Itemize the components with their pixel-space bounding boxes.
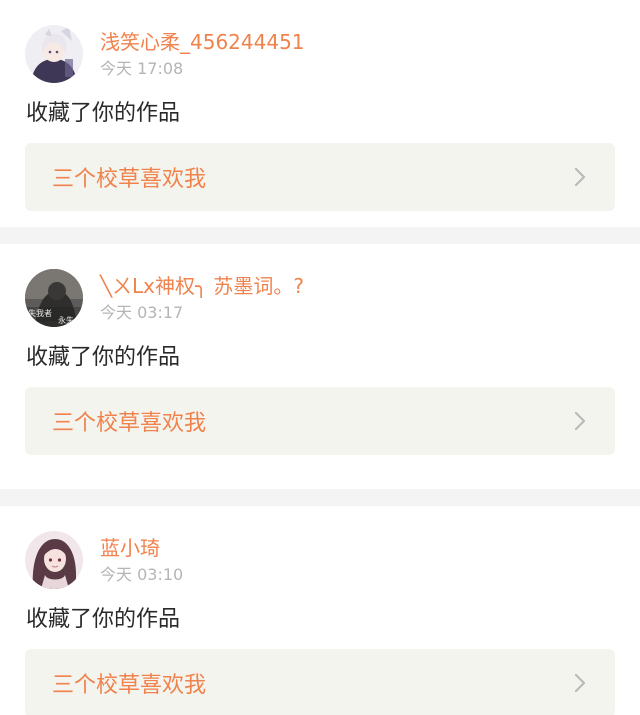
anime-girl-long-hair-avatar-icon xyxy=(25,531,83,589)
action-text: 收藏了你的作品 xyxy=(26,345,181,370)
separator xyxy=(0,227,640,244)
notification-feed: 浅笑心柔_456244451 今天 17:08 收藏了你的作品 三个校草喜欢我 xyxy=(0,0,640,715)
work-title: 三个校草喜欢我 xyxy=(52,167,207,192)
work-link[interactable]: 三个校草喜欢我 xyxy=(25,143,615,211)
user-meta: 浅笑心柔_456244451 今天 17:08 xyxy=(100,29,305,80)
avatar-caption-right: 永失 xyxy=(58,315,74,325)
avatar-caption-left: 失我者 xyxy=(28,308,52,318)
dark-photo-avatar-icon: 失我者 永失 xyxy=(25,269,83,327)
user-name[interactable]: 浅笑心柔_456244451 xyxy=(100,29,305,55)
action-text: 收藏了你的作品 xyxy=(26,607,181,632)
avatar[interactable] xyxy=(25,531,83,589)
notification-card: 失我者 永失 ╲ㄨLx神权╮ 苏墨词。? 今天 03:17 收藏了你的作品 三个… xyxy=(0,244,640,489)
user-meta: 蓝小琦 今天 03:10 xyxy=(100,535,183,586)
user-name[interactable]: ╲ㄨLx神权╮ 苏墨词。? xyxy=(100,273,304,299)
chevron-right-icon xyxy=(572,411,588,431)
anime-girl-avatar-icon xyxy=(25,25,83,83)
chevron-right-icon xyxy=(572,673,588,693)
work-title: 三个校草喜欢我 xyxy=(52,411,207,436)
action-text: 收藏了你的作品 xyxy=(26,101,181,126)
notification-header: 浅笑心柔_456244451 今天 17:08 xyxy=(25,24,305,84)
work-link[interactable]: 三个校草喜欢我 xyxy=(25,649,615,715)
separator xyxy=(0,489,640,506)
work-title: 三个校草喜欢我 xyxy=(52,673,207,698)
notification-card: 蓝小琦 今天 03:10 收藏了你的作品 三个校草喜欢我 xyxy=(0,506,640,715)
chevron-right-icon xyxy=(572,167,588,187)
avatar[interactable]: 失我者 永失 xyxy=(25,269,83,327)
notification-header: 失我者 永失 ╲ㄨLx神权╮ 苏墨词。? 今天 03:17 xyxy=(25,268,304,328)
timestamp: 今天 17:08 xyxy=(100,58,184,78)
user-meta: ╲ㄨLx神权╮ 苏墨词。? 今天 03:17 xyxy=(100,273,304,324)
timestamp: 今天 03:17 xyxy=(100,302,184,322)
notification-card: 浅笑心柔_456244451 今天 17:08 收藏了你的作品 三个校草喜欢我 xyxy=(0,0,640,227)
timestamp: 今天 03:10 xyxy=(100,564,184,584)
avatar[interactable] xyxy=(25,25,83,83)
work-link[interactable]: 三个校草喜欢我 xyxy=(25,387,615,455)
notification-header: 蓝小琦 今天 03:10 xyxy=(25,530,183,590)
user-name[interactable]: 蓝小琦 xyxy=(100,535,183,561)
